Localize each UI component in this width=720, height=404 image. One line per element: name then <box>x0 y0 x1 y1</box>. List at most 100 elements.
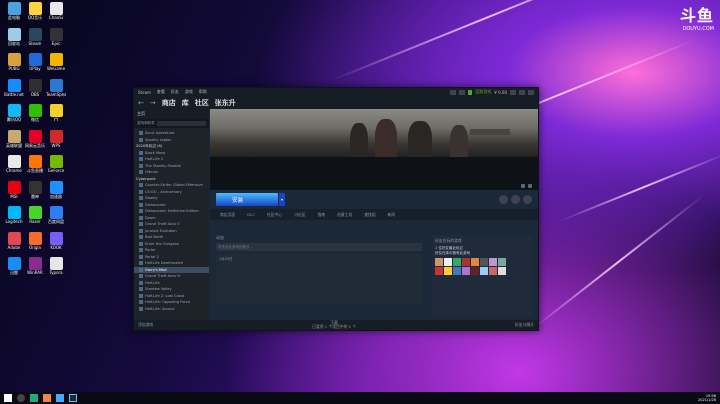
desktop-icon[interactable]: MSI <box>4 180 24 199</box>
desktop-icon[interactable]: 雷神 <box>25 180 45 199</box>
nav-store[interactable]: 商店 <box>162 98 176 108</box>
nav-user[interactable]: 张东升 <box>215 98 236 108</box>
taskbar-app-icon[interactable] <box>43 394 51 402</box>
game-tab[interactable]: 创意工坊 <box>337 212 352 218</box>
menu-steam[interactable]: Steam <box>138 90 151 95</box>
friend-avatar[interactable] <box>453 258 461 266</box>
desktop-icon[interactable]: OBS <box>25 78 45 97</box>
desktop-icon[interactable]: 百度网盘 <box>46 206 66 224</box>
friend-avatar[interactable] <box>471 267 479 275</box>
friend-avatar[interactable] <box>489 267 497 275</box>
announce-icon[interactable] <box>450 89 457 95</box>
favorite-icon[interactable] <box>523 195 532 204</box>
desktop-icon[interactable]: ChaoSi <box>46 2 66 20</box>
steam-taskbar-icon[interactable] <box>69 394 77 402</box>
friends-chat-button[interactable]: 好友与聊天 <box>515 322 534 328</box>
game-tab[interactable]: DLC <box>247 212 255 217</box>
friend-avatar[interactable] <box>453 267 461 275</box>
desktop-icon[interactable]: 腾讯QQ <box>4 104 24 122</box>
menu-games[interactable]: 游戏 <box>185 89 193 95</box>
desktop-icon[interactable]: Origin <box>25 231 45 250</box>
desktop-icon[interactable]: Typora <box>46 257 66 275</box>
settings-icon[interactable] <box>499 195 508 204</box>
screenshot-icon[interactable] <box>521 184 525 188</box>
account-name[interactable]: 蓝鲸游戏 <box>475 89 491 95</box>
library-filter[interactable]: 游戏和软件 <box>134 119 209 128</box>
desktop-icon[interactable]: Epic <box>46 27 66 46</box>
game-tab[interactable]: 查找组 <box>364 212 375 218</box>
desktop-icon[interactable]: 迅雷 <box>4 257 24 275</box>
game-detail: 安装 ▾ 商店页面 DLC 社区中心 讨论区 指南 创意工坊 查找组 新闻 动态 发表对此游戏… <box>210 109 538 320</box>
add-game-button[interactable]: 添加游戏 <box>138 322 153 328</box>
game-tab[interactable]: 新闻 <box>388 212 396 218</box>
friend-avatar[interactable] <box>498 258 506 266</box>
forward-icon[interactable]: → <box>150 99 156 107</box>
friend-avatar[interactable] <box>480 267 488 275</box>
info-icon[interactable] <box>511 195 520 204</box>
desktop-icon[interactable]: WeGame <box>46 53 66 71</box>
notification-icon[interactable] <box>459 89 466 95</box>
friend-avatar[interactable] <box>444 258 452 266</box>
menu-friends[interactable]: 好友 <box>171 89 179 95</box>
desktop-icon[interactable]: 英雄联盟 <box>4 129 24 148</box>
library-home[interactable]: 主页 <box>134 109 209 119</box>
install-dropdown-icon[interactable]: ▾ <box>279 193 285 206</box>
desktop-icon[interactable]: Razer <box>25 206 45 224</box>
back-icon[interactable]: ← <box>138 99 144 107</box>
desktop-icon[interactable]: Battle.net <box>4 78 24 97</box>
game-tab[interactable]: 指南 <box>317 212 325 218</box>
desktop-icon[interactable]: Logitech <box>4 206 24 224</box>
system-clock[interactable]: 19:56 2021/1/26 <box>698 394 716 403</box>
maximize-icon[interactable] <box>519 89 525 95</box>
friend-avatar[interactable] <box>444 267 452 275</box>
steam-window[interactable]: Steam 查看 好友 游戏 帮助 蓝鲸游戏 ¥ 0.00 ← → 商店 库 社… <box>133 87 539 331</box>
desktop-icon[interactable]: Steam <box>25 27 45 46</box>
game-icon <box>139 293 143 298</box>
desktop-icon[interactable]: QQ音乐 <box>25 2 45 20</box>
desktop-icon[interactable]: WinRAR <box>25 257 45 275</box>
nav-community[interactable]: 社区 <box>195 98 209 108</box>
game-tab[interactable]: 商店页面 <box>220 212 235 218</box>
game-tab[interactable]: 社区中心 <box>267 212 282 218</box>
desktop-icon[interactable]: 微信 <box>25 104 45 122</box>
activity-input[interactable]: 发表对此游戏的看法… <box>216 243 422 251</box>
minimize-icon[interactable] <box>510 89 516 95</box>
nav-library[interactable]: 库 <box>182 98 189 108</box>
menu-view[interactable]: 查看 <box>157 89 165 95</box>
avatar[interactable] <box>468 89 473 95</box>
taskbar-app-icon[interactable] <box>30 394 38 402</box>
desktop-icon[interactable]: WPS <box>46 129 66 148</box>
desktop-icon[interactable]: KOOK <box>46 231 66 250</box>
install-button[interactable]: 安装 <box>216 193 278 206</box>
fullscreen-icon[interactable] <box>528 184 532 188</box>
friend-avatar[interactable] <box>498 267 506 275</box>
desktop-icon[interactable]: TeamSpeak <box>46 78 66 97</box>
desktop-icon[interactable]: Chrome <box>4 155 24 173</box>
game-tab[interactable]: 讨论区 <box>294 212 305 218</box>
desktop-icon[interactable]: 此电脑 <box>4 2 24 20</box>
friend-avatar[interactable] <box>435 258 443 266</box>
friend-avatar[interactable] <box>480 258 488 266</box>
menu-help[interactable]: 帮助 <box>199 89 207 95</box>
windows-start-icon[interactable] <box>4 394 12 402</box>
desktop-icon[interactable]: YY <box>46 104 66 122</box>
desktop-icon[interactable]: PUBG <box>4 53 24 71</box>
friend-avatar[interactable] <box>462 267 470 275</box>
friend-avatar[interactable] <box>471 258 479 266</box>
friend-avatar[interactable] <box>462 258 470 266</box>
game-list-item[interactable]: Half-Life: Source <box>134 306 209 313</box>
friend-avatar[interactable] <box>489 258 497 266</box>
desktop-icon[interactable]: GeForce <box>46 155 66 173</box>
close-icon[interactable] <box>528 89 534 95</box>
taskbar-app-icon[interactable] <box>56 394 64 402</box>
friend-avatar[interactable] <box>435 267 443 275</box>
search-icon[interactable] <box>17 394 25 402</box>
search-input[interactable] <box>156 121 206 126</box>
desktop-icon[interactable]: 回收站 <box>4 27 24 46</box>
downloads-status[interactable]: 下载 已暂停 1 个项目中的 1 个 <box>312 320 356 330</box>
desktop-icon[interactable]: 斗鱼直播 <box>25 155 45 173</box>
desktop-icon[interactable]: UPlay <box>25 53 45 71</box>
desktop-icon[interactable]: Adobe <box>4 231 24 250</box>
desktop-icon[interactable]: 加速器 <box>46 180 66 199</box>
desktop-icon[interactable]: 网易云音乐 <box>25 129 45 148</box>
